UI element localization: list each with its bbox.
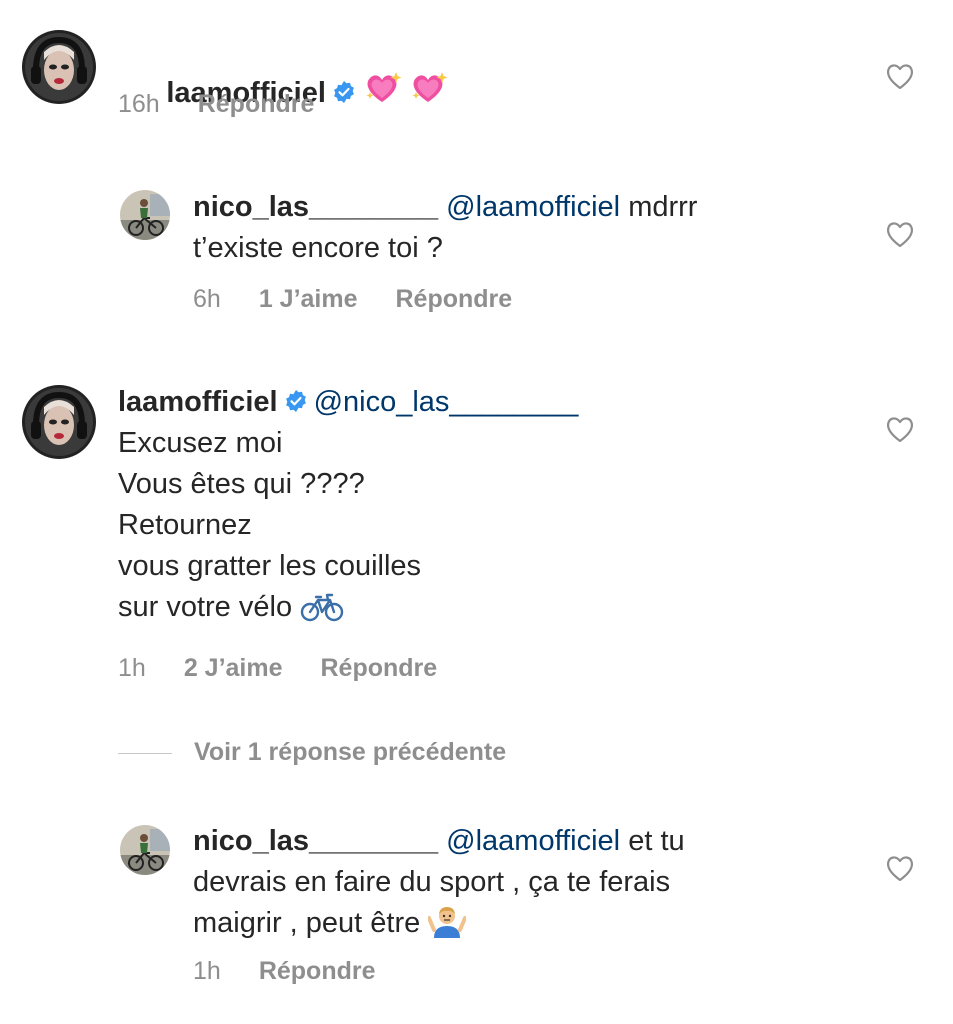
divider (118, 752, 172, 754)
verified-badge-icon (285, 390, 306, 412)
likes-count[interactable]: 2 J’aime (184, 654, 283, 683)
mention-link[interactable]: @laamofficiel (446, 191, 620, 223)
reply-button[interactable]: Répondre (259, 957, 376, 986)
comment-body: nico_las________ @laamofficiel et tu dev… (193, 821, 685, 950)
comment-meta: 1h Répondre (193, 957, 414, 986)
bicycle-icon (300, 592, 344, 634)
avatar-image (120, 190, 170, 240)
comment-meta: 1h 2 J’aime Répondre (118, 654, 475, 683)
avatar-laamofficiel[interactable] (22, 385, 96, 459)
mention-link[interactable]: @nico_las________ (314, 386, 579, 418)
timestamp: 6h (193, 285, 221, 313)
avatar-image (120, 825, 170, 875)
comment-text: vous gratter les couilles (118, 550, 422, 582)
comment-meta: 6h 1 J’aime Répondre (193, 285, 550, 314)
avatar-image (22, 30, 96, 104)
reply-button[interactable]: Répondre (321, 654, 438, 683)
comment-text: Vous êtes qui ???? (118, 468, 365, 500)
comment-text: maigrir , peut être (193, 907, 421, 939)
timestamp: 16h (118, 90, 160, 118)
likes-count[interactable]: 1 J’aime (259, 285, 358, 314)
avatar-nico-las[interactable] (120, 825, 170, 875)
comment-text: et tu (628, 825, 685, 857)
reply-button[interactable]: Répondre (396, 285, 513, 314)
comment-text: sur votre vélo (118, 591, 293, 623)
username[interactable]: laamofficiel (118, 386, 278, 418)
avatar-image (22, 385, 96, 459)
timestamp: 1h (193, 957, 221, 985)
username[interactable]: nico_las________ (193, 825, 438, 857)
like-heart-icon[interactable] (885, 62, 915, 90)
comment-body: nico_las________ @laamofficiel mdrrr t’e… (193, 187, 697, 269)
timestamp: 1h (118, 654, 146, 682)
view-previous-label: Voir 1 réponse précédente (194, 738, 507, 766)
avatar-nico-las[interactable] (120, 190, 170, 240)
comment-text: mdrrr (628, 191, 698, 223)
like-heart-icon[interactable] (885, 220, 915, 248)
avatar-laamofficiel[interactable] (22, 30, 96, 104)
reply-button[interactable]: Répondre (198, 90, 315, 119)
username[interactable]: nico_las________ (193, 191, 438, 223)
comment-text: devrais en faire du sport , ça te ferais (193, 866, 671, 898)
comment-text: Excusez moi (118, 427, 283, 459)
sparkling-heart-icon (408, 68, 448, 120)
comment-body: laamofficiel @nico_las________ Excusez mo… (118, 382, 578, 634)
comment-text: t’existe encore toi ? (193, 232, 443, 264)
person-shrugging-icon (427, 904, 468, 950)
comment-meta: 16h Répondre (118, 90, 352, 119)
like-heart-icon[interactable] (885, 415, 915, 443)
view-previous-replies[interactable]: Voir 1 réponse précédente (118, 738, 506, 767)
like-heart-icon[interactable] (885, 854, 915, 882)
sparkling-heart-icon (362, 68, 402, 120)
comment-text: Retournez (118, 509, 252, 541)
mention-link[interactable]: @laamofficiel (446, 825, 620, 857)
